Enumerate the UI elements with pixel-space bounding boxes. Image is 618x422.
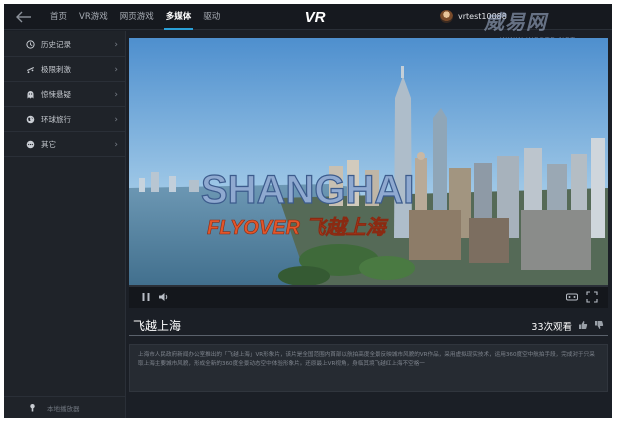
sidebar-item-other[interactable]: 其它 › [4,133,126,157]
local-player-icon-svg [30,404,35,412]
thumbs-up-icon-svg [579,321,588,329]
video-overlay-title: SHANGHAI [201,168,414,212]
video-overlay-subtitle: FLYOVER 飞越上海 [207,216,389,239]
sidebar: 历史记录 › 极限刺激 › 惊悚悬疑 › 环球旅行 › 其它 › 本地播放器 [4,31,126,418]
fullscreen-icon[interactable] [585,290,599,304]
back-arrow-icon[interactable] [14,9,34,25]
nav-item-home[interactable]: 首页 [44,4,73,30]
nav-item-drivers[interactable]: 驱动 [197,4,226,30]
vr-logo-svg: VR [305,9,326,26]
video-player[interactable]: SHANGHAI FLYOVER 飞越上海 [129,38,608,308]
local-player-button[interactable]: 本地播放器 [4,396,126,418]
progress-track[interactable] [129,285,608,287]
ghost-icon-svg [27,91,34,99]
view-count: 33次观看 [531,322,572,333]
globe-icon-svg [26,115,35,124]
ghost-icon [26,90,35,99]
video-frame[interactable]: SHANGHAI FLYOVER 飞越上海 [129,38,608,285]
nav-item-vr-games[interactable]: VR游戏 [73,4,114,30]
video-description: 上海市人民政府新闻办公室推出的「飞越上海」VR形象片，该片是全国范围内首部以航拍… [138,352,595,367]
video-scene-svg: SHANGHAI FLYOVER 飞越上海 [129,38,608,285]
more-icon-svg [26,140,35,149]
volume-icon[interactable] [157,290,171,304]
fullscreen-icon-svg [586,291,598,303]
chevron-right-icon: › [114,140,118,150]
top-bar: 首页 VR游戏 网页游戏 多媒体 驱动 VR vrtest10088 威易网 W… [4,4,612,44]
video-title: 飞越上海 [133,319,182,333]
app-window: 首页 VR游戏 网页游戏 多媒体 驱动 VR vrtest10088 威易网 W… [4,4,612,418]
chevron-right-icon: › [114,65,118,75]
back-arrow-svg [16,11,31,23]
vr-mode-icon-svg [566,293,578,301]
more-icon [26,140,35,149]
video-description-panel: 上海市人民政府新闻办公室推出的「飞越上海」VR形象片，该片是全国范围内首部以航拍… [129,344,608,392]
sidebar-item-label: 惊悚悬疑 [41,90,71,99]
pause-icon[interactable] [139,290,153,304]
sidebar-item-label: 极限刺激 [41,65,71,74]
volume-icon-svg [159,293,168,301]
vr-logo: VR [297,8,333,26]
user-profile[interactable]: vrtest10088 [440,10,507,23]
history-icon [26,40,35,49]
local-player-label: 本地播放器 [47,404,80,413]
chevron-right-icon: › [114,90,118,100]
sidebar-item-travel[interactable]: 环球旅行 › [4,108,126,132]
history-icon-svg [26,40,35,49]
sidebar-item-label: 其它 [41,140,56,149]
thumbs-up-icon[interactable] [578,320,588,330]
local-player-icon [28,403,37,412]
sidebar-item-history[interactable]: 历史记录 › [4,33,126,57]
pause-icon-svg [142,293,150,301]
thumbs-down-icon-svg [595,321,604,329]
nav-item-multimedia[interactable]: 多媒体 [160,4,198,30]
player-controls [129,285,608,308]
video-info-bar: 飞越上海 33次观看 [129,314,608,336]
globe-icon [26,115,35,124]
chevron-right-icon: › [114,40,118,50]
sidebar-item-thriller[interactable]: 惊悚悬疑 › [4,83,126,107]
avatar[interactable] [440,10,453,23]
thumbs-down-icon[interactable] [594,320,604,330]
nav-item-web-games[interactable]: 网页游戏 [114,4,160,30]
sidebar-item-label: 环球旅行 [41,115,71,124]
vr-mode-icon[interactable] [565,290,579,304]
sidebar-item-label: 历史记录 [41,40,71,49]
skateboard-icon [26,65,35,74]
skateboard-icon-svg [27,67,34,74]
top-nav: 首页 VR游戏 网页游戏 多媒体 驱动 [44,4,226,30]
chevron-right-icon: › [114,115,118,125]
vr-logo-text: VR [305,9,326,26]
username: vrtest10088 [458,12,507,21]
sidebar-item-extreme[interactable]: 极限刺激 › [4,58,126,82]
